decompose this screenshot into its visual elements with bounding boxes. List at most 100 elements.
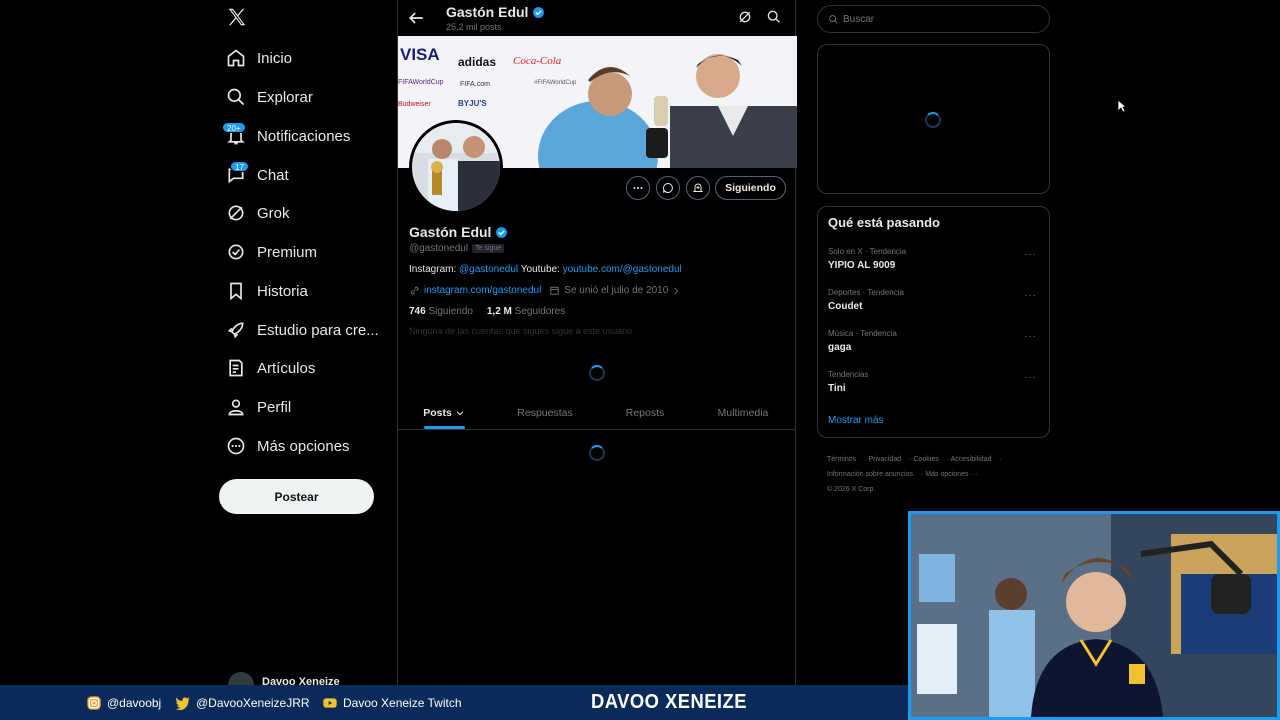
profile-header: Gastón Edul 25,2 mil posts [398,0,797,36]
bookmark-icon [230,282,242,301]
bio-instagram-link[interactable]: @gastonedul [459,264,518,275]
back-arrow-icon[interactable] [406,8,426,28]
bio-youtube-link[interactable]: youtube.com/@gastonedul [563,264,682,275]
more-horizontal-icon[interactable]: ··· [1024,372,1037,383]
twitch-text: Davoo Xeneize Twitch [343,696,462,710]
instagram-text: @davoobj [107,696,162,710]
trend-meta: Música · Tendencia [828,329,897,338]
nav-label: Notificaciones [257,127,351,145]
svg-text:Budweiser: Budweiser [398,101,431,108]
tab-respuestas[interactable]: Respuestas [490,396,600,430]
trend-name: YIPIO AL 9009 [828,260,896,271]
more-horizontal-icon [633,187,643,189]
nav-notificaciones[interactable]: 20+ Notificaciones [218,118,393,154]
chevron-down-icon [456,411,464,416]
profile-display-name: Gastón Edul [409,224,492,240]
grok-icon[interactable] [737,9,753,25]
tab-label: Posts [423,407,452,419]
youtube-icon [323,698,337,708]
footer-link[interactable]: Términos [827,456,856,463]
nav-mas-opciones[interactable]: Más opciones [218,428,393,464]
x-logo-icon[interactable] [226,6,248,32]
trend-item[interactable]: Solo en X · Tendencia YIPIO AL 9009 ··· [818,247,1049,285]
trend-item[interactable]: Tendencias Tini ··· [818,370,1049,408]
sidebar: Inicio Explorar 20+ Notificaciones 17 Ch… [218,0,396,720]
nav-explorar[interactable]: Explorar [218,79,393,115]
nav-chat[interactable]: 17 Chat [218,157,393,193]
grok-icon [228,205,244,221]
tab-reposts[interactable]: Reposts [600,396,690,430]
tab-posts[interactable]: Posts [398,396,490,430]
svg-text:Coca-Cola: Coca-Cola [513,55,562,67]
header-name: Gastón Edul [446,4,529,20]
person-icon [228,399,244,416]
trend-item[interactable]: Deportes · Tendencia Coudet ··· [818,288,1049,326]
followers-count: 1,2 M [486,306,512,317]
profile-handle: @gastonedul [409,243,469,254]
bio-text: Instagram: [409,264,460,275]
joined-date: Se unió el julio de 2010 [564,285,669,296]
trend-meta: Solo en X · Tendencia [828,247,907,256]
nav-historia[interactable]: Historia [218,273,393,309]
search-icon [829,14,838,23]
trend-name: gaga [828,342,852,353]
nav-estudio[interactable]: Estudio para cre... [218,312,393,348]
home-icon [227,49,245,67]
nav-inicio[interactable]: Inicio [218,40,393,76]
profile-avatar[interactable] [409,120,503,214]
verified-icon [533,6,545,18]
notification-badge: 20+ [222,122,246,133]
search-input[interactable] [843,13,1033,25]
bio-text: Youtube: [518,264,563,275]
nav-premium[interactable]: Premium [218,234,393,270]
show-more-link[interactable]: Mostrar más [828,415,884,426]
chat-badge: 17 [230,161,249,172]
following-count: 746 [409,306,426,317]
more-horizontal-icon[interactable]: ··· [1024,331,1037,342]
search-box[interactable] [817,5,1050,33]
profile-column: Gastón Edul 25,2 mil posts VISA adidas C… [397,0,797,720]
more-horizontal-icon[interactable]: ··· [1024,290,1037,301]
search-icon[interactable] [766,9,782,25]
tab-multimedia[interactable]: Multimedia [690,396,796,430]
footer-link[interactable]: Cookies [913,456,938,463]
trend-meta: Tendencias [828,370,869,379]
trends-panel: Qué está pasando Solo en X · Tendencia Y… [817,206,1050,438]
notify-button[interactable] [686,176,710,200]
rocket-icon [227,322,244,339]
nav-label: Premium [257,243,318,261]
link-icon [410,286,419,295]
post-button[interactable]: Postear [219,479,374,514]
message-button[interactable] [656,176,680,200]
profile-tabs: Posts Respuestas Reposts Multimedia [398,396,795,430]
trend-name: Coudet [828,301,863,312]
webcam-overlay [908,511,1280,720]
nav-grok[interactable]: Grok [218,195,393,231]
followers-label: Seguidores [514,306,566,317]
twitter-bird-icon [175,697,190,711]
svg-text:FIFAWorldCup: FIFAWorldCup [398,79,444,86]
nav-label: Historia [257,282,308,300]
footer-link[interactable]: Accesibilidad [951,456,992,463]
loading-panel [817,44,1050,194]
more-options-button[interactable] [626,176,650,200]
svg-text:BYJU'S: BYJU'S [458,99,487,108]
footer-link[interactable]: Privacidad [868,456,901,463]
nav-perfil[interactable]: Perfil [218,389,393,425]
followers-link[interactable]: 1,2 M Seguidores [487,306,565,317]
following-button[interactable]: Siguiendo [715,176,786,200]
article-icon [229,359,243,377]
footer-link[interactable]: Información sobre anuncios [827,471,913,478]
trend-item[interactable]: Música · Tendencia gaga ··· [818,329,1049,367]
nav-label: Artículos [257,359,316,377]
following-link[interactable]: 746 Siguiendo [409,306,473,317]
active-tab-indicator [424,426,465,429]
more-horizontal-icon[interactable]: ··· [1024,249,1037,260]
footer-link[interactable]: Más opciones ··· [925,471,977,478]
svg-text:#FIFAWorldCup: #FIFAWorldCup [534,80,577,86]
nav-label: Chat [257,166,289,184]
chevron-right-icon[interactable] [671,286,681,296]
nav-label: Explorar [257,88,313,106]
website-link[interactable]: instagram.com/gastonedul [424,285,541,296]
nav-articulos[interactable]: Artículos [218,350,393,386]
